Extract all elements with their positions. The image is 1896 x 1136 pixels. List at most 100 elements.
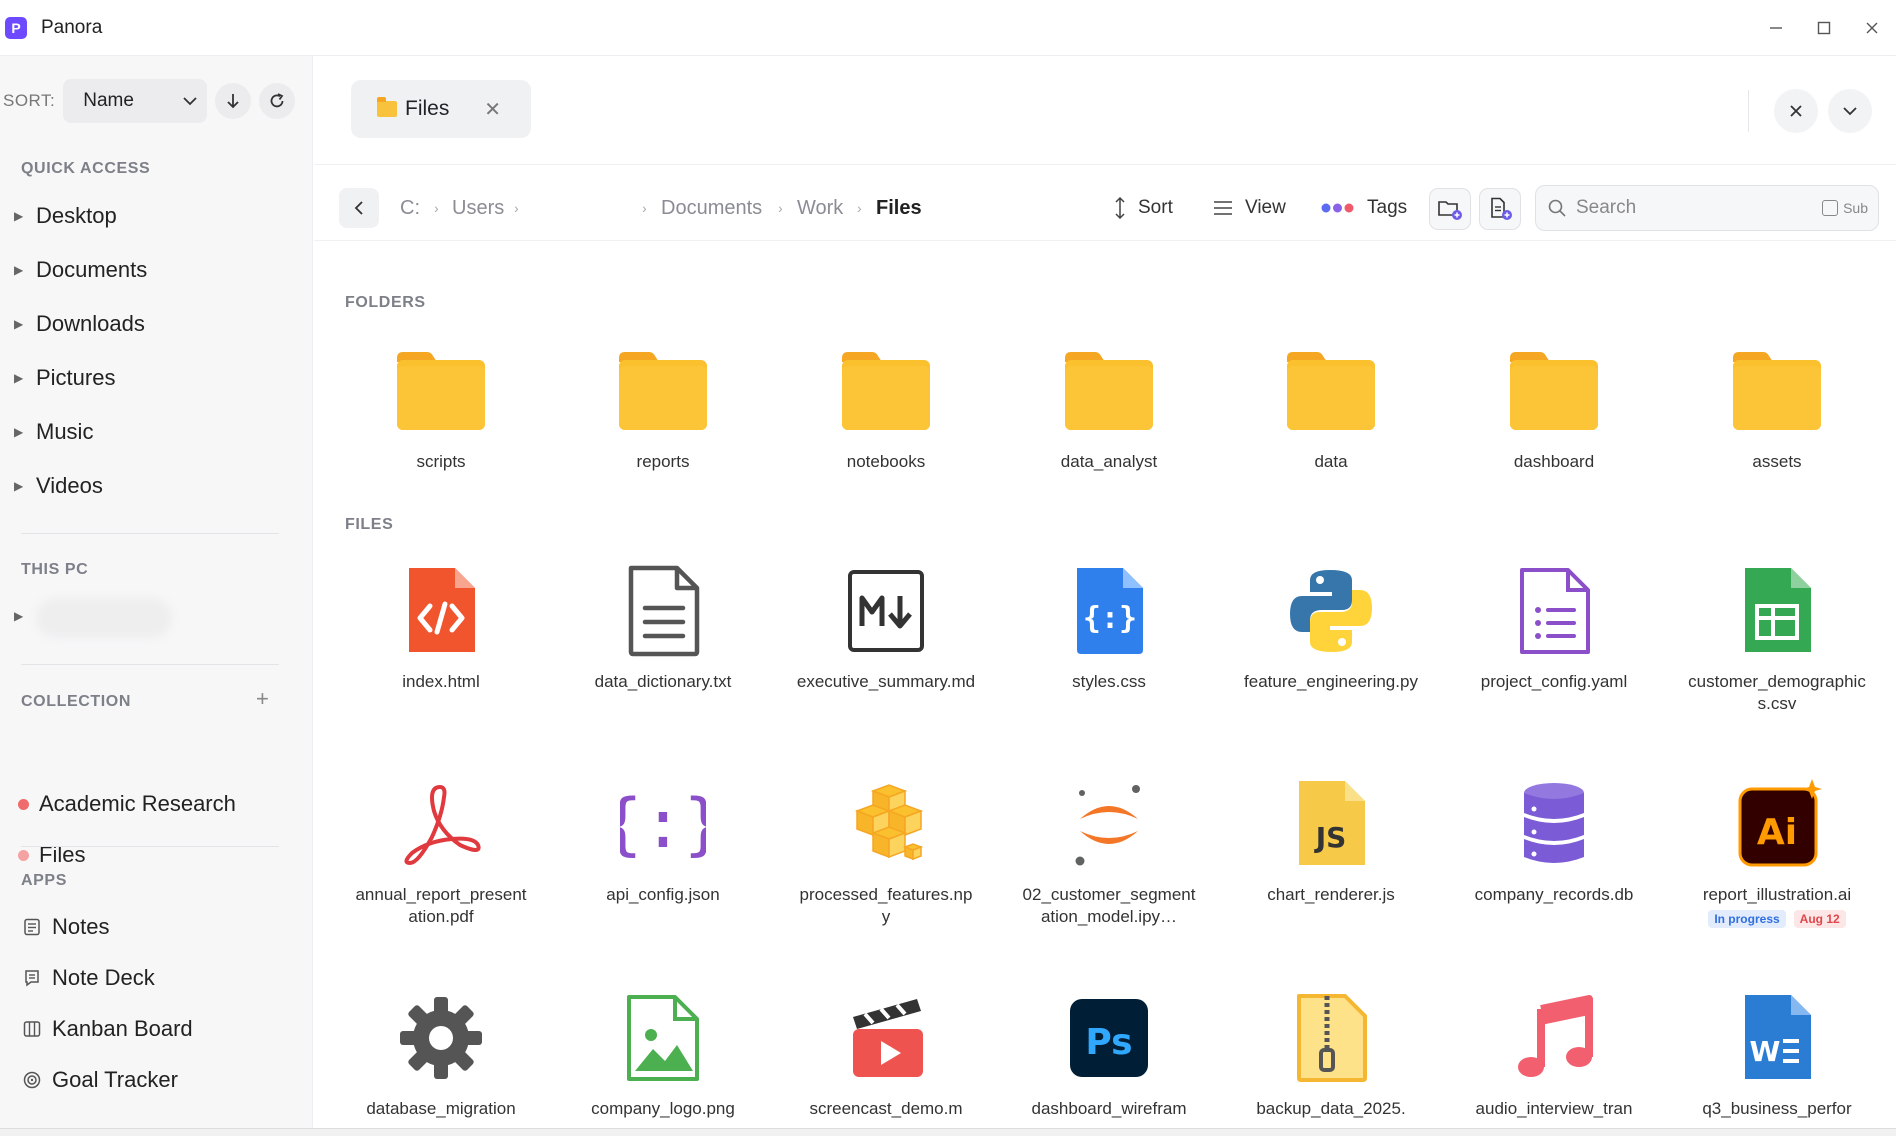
file-item-dashboard-wirefram[interactable]: Ps dashboard_wirefram	[1009, 988, 1209, 1120]
html-icon	[391, 561, 491, 661]
view-button[interactable]: View	[1213, 178, 1286, 238]
file-item-audio-interview-tran[interactable]: audio_interview_tran	[1454, 988, 1654, 1120]
sidebar-item-videos[interactable]: ▶ Videos	[14, 468, 103, 504]
folder-item-notebooks[interactable]: notebooks	[786, 341, 986, 473]
collection-color-dot	[18, 849, 29, 861]
sort-select[interactable]: Name	[63, 79, 208, 123]
folder-item-assets[interactable]: assets	[1677, 341, 1877, 473]
folder-name: reports	[636, 452, 690, 471]
tags-button[interactable]: Tags	[1321, 178, 1407, 238]
file-item-project-config-yaml[interactable]: project_config.yaml	[1454, 561, 1654, 693]
new-folder-icon	[1438, 201, 1462, 220]
close-tab-button[interactable]: ✕	[484, 97, 501, 122]
app-item-label: Kanban Board	[52, 1016, 193, 1041]
app-item-notes[interactable]: Notes	[14, 909, 109, 945]
yaml-icon	[1504, 561, 1604, 661]
file-item-customer-demographics-csv[interactable]: customer_demographics.csv	[1677, 561, 1877, 715]
breadcrumb-separator: ›	[642, 200, 647, 216]
folder-name: dashboard	[1513, 452, 1595, 471]
note-deck-icon	[22, 968, 42, 988]
npy-icon	[836, 774, 936, 874]
subfolder-checkbox[interactable]	[1822, 200, 1839, 216]
close-window-button[interactable]	[1848, 0, 1896, 56]
folder-icon	[613, 341, 713, 441]
folder-item-data-analyst[interactable]: data_analyst	[1009, 341, 1209, 473]
js-icon: JS	[1281, 774, 1381, 874]
file-item-annual-report-presentation-pdf[interactable]: annual_report_presentation.pdf	[341, 774, 541, 928]
app-item-kanban-board[interactable]: Kanban Board	[14, 1011, 193, 1047]
music-icon	[1504, 988, 1604, 1088]
minimize-button[interactable]	[1752, 0, 1800, 56]
expand-arrow-icon: ▶	[14, 479, 24, 493]
database-icon	[1504, 774, 1604, 874]
close-pane-button[interactable]	[1774, 89, 1818, 133]
file-item-database-migration[interactable]: database_migration	[341, 988, 541, 1120]
file-item-company-records-db[interactable]: company_records.db	[1454, 774, 1654, 906]
horizontal-scrollbar[interactable]	[0, 1128, 1896, 1136]
refresh-button[interactable]	[259, 83, 296, 119]
tags-button-label: Tags	[1367, 197, 1408, 218]
sidebar-item-pictures[interactable]: ▶ Pictures	[14, 360, 115, 396]
file-name: processed_features.npy	[799, 885, 973, 926]
subfolder-search-toggle[interactable]: Sub	[1822, 200, 1868, 216]
file-item-company-logo-png[interactable]: company_logo.png	[563, 988, 763, 1120]
folder-item-reports[interactable]: reports	[563, 341, 763, 473]
breadcrumb-work[interactable]: Work	[797, 178, 843, 238]
tab-files[interactable]: Files ✕	[351, 80, 531, 138]
file-item-02-customer-segmentation-model-ipy[interactable]: 02_customer_segmentation_model.ipy…	[1009, 774, 1209, 928]
file-item-processed-features-npy[interactable]: processed_features.npy	[786, 774, 986, 928]
file-item-index-html[interactable]: index.html	[341, 561, 541, 693]
sidebar-item-documents[interactable]: ▶ Documents	[14, 252, 147, 288]
breadcrumb-current[interactable]: Files	[876, 178, 922, 238]
search-input[interactable]	[1576, 197, 1806, 219]
file-item-styles-css[interactable]: {:} styles.css	[1009, 561, 1209, 693]
add-collection-button[interactable]: +	[256, 686, 269, 712]
svg-text:JS: JS	[1314, 821, 1347, 854]
svg-text:{:}: {:}	[1083, 601, 1137, 636]
window-controls	[1752, 0, 1896, 56]
chevron-down-icon	[1843, 107, 1857, 116]
breadcrumb-separator: ›	[434, 200, 439, 216]
sort-button[interactable]: Sort	[1114, 178, 1173, 238]
maximize-button[interactable]	[1800, 0, 1848, 56]
file-item-screencast-demo-m[interactable]: screencast_demo.m	[786, 988, 986, 1120]
app-item-note-deck[interactable]: Note Deck	[14, 960, 155, 996]
breadcrumb-users[interactable]: Users	[452, 178, 504, 238]
sidebar-item-label: Music	[36, 419, 94, 444]
file-item-report-illustration-ai[interactable]: Ai report_illustration.ai In progress Aug 1…	[1677, 774, 1877, 928]
file-item-chart-renderer-js[interactable]: JS chart_renderer.js	[1231, 774, 1431, 906]
sort-direction-button[interactable]	[215, 83, 252, 119]
sidebar-item-label: Pictures	[36, 365, 116, 390]
file-item-q3-business-perfor[interactable]: Wq3_business_perfor	[1677, 988, 1877, 1120]
file-item-feature-engineering-py[interactable]: feature_engineering.py	[1231, 561, 1431, 693]
breadcrumb-documents[interactable]: Documents	[661, 178, 762, 238]
back-button[interactable]	[339, 188, 379, 228]
collection-color-dot	[18, 798, 29, 810]
sidebar-item-desktop[interactable]: ▶ Desktop	[14, 198, 117, 234]
sidebar-item-label: Documents	[36, 257, 148, 282]
new-folder-button[interactable]	[1429, 188, 1471, 230]
file-item-executive-summary-md[interactable]: executive_summary.md	[786, 561, 986, 693]
tab-menu-button[interactable]	[1828, 89, 1872, 133]
file-name: backup_data_2025.	[1256, 1099, 1406, 1118]
sidebar-item-drive[interactable]: ▶	[14, 598, 36, 634]
file-item-backup-data-2025[interactable]: backup_data_2025.	[1231, 988, 1431, 1120]
folder-item-data[interactable]: data	[1231, 341, 1431, 473]
new-file-button[interactable]	[1479, 188, 1521, 230]
collection-item-files[interactable]: Files	[14, 837, 85, 873]
sidebar-item-music[interactable]: ▶ Music	[14, 414, 93, 450]
collection-item-academic-research[interactable]: Academic Research	[14, 786, 236, 822]
file-item-data-dictionary-txt[interactable]: data_dictionary.txt	[563, 561, 763, 693]
file-item-api-config-json[interactable]: {:} api_config.json	[563, 774, 763, 906]
sidebar-item-downloads[interactable]: ▶ Downloads	[14, 306, 145, 342]
breadcrumb-separator: ›	[514, 200, 519, 216]
folder-item-dashboard[interactable]: dashboard	[1454, 341, 1654, 473]
svg-text:Ps: Ps	[1085, 1022, 1132, 1063]
kanban-icon	[22, 1019, 42, 1039]
svg-text:W: W	[1750, 1035, 1781, 1068]
breadcrumb-drive[interactable]: C:	[400, 178, 420, 238]
sidebar-item-label: Videos	[36, 473, 103, 498]
folder-item-scripts[interactable]: scripts	[341, 341, 541, 473]
app-item-goal-tracker[interactable]: Goal Tracker	[14, 1062, 178, 1098]
folder-name: data_analyst	[1060, 452, 1158, 471]
